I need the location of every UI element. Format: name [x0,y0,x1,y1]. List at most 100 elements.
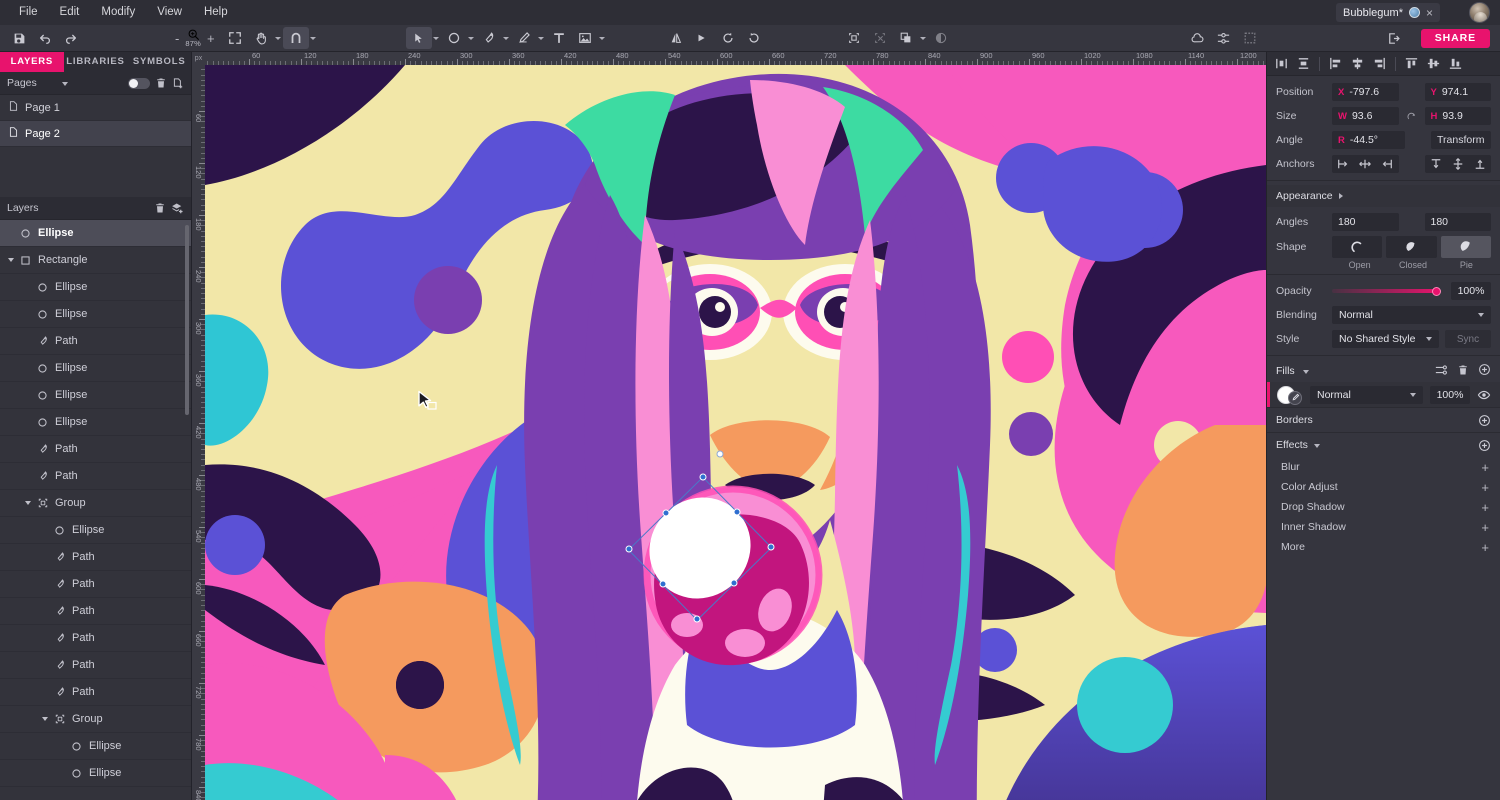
artwork-illustration[interactable] [205,65,1266,800]
menu-edit[interactable]: Edit [49,0,91,25]
align-left-icon[interactable] [1325,54,1346,74]
fill-opacity-input[interactable]: 100% [1430,385,1470,404]
layer-row-path-16[interactable]: Path [0,652,191,679]
magnet-snap-icon[interactable] [282,27,309,49]
fill-row[interactable]: Normal 100% [1267,382,1500,407]
effect-row-inner-shadow[interactable]: Inner Shadow + [1267,517,1500,537]
pen-icon[interactable] [476,27,502,49]
fill-blend-select[interactable]: Normal [1310,385,1423,404]
size-width-input[interactable]: W 93.6 [1332,107,1399,125]
document-tab-bubblegum[interactable]: Bubblegum* × [1336,3,1440,22]
layer-row-ellipse-2[interactable]: Ellipse [0,274,191,301]
effects-collapse-caret[interactable] [1314,439,1320,451]
align-bottom-icon[interactable] [1445,54,1466,74]
layer-row-path-17[interactable]: Path [0,679,191,706]
menu-help[interactable]: Help [193,0,239,25]
pen-dropdown-caret[interactable] [502,27,511,49]
disclosure-triangle[interactable] [21,501,34,505]
boolean-dropdown-caret[interactable] [919,27,928,49]
shape-option-open[interactable] [1332,236,1383,258]
anchor-top-icon[interactable] [1425,155,1447,173]
anchor-bottom-icon[interactable] [1469,155,1491,173]
layer-row-ellipse-11[interactable]: Ellipse [0,517,191,544]
group-icon[interactable] [841,27,867,49]
layers-list[interactable]: Ellipse Rectangle Ellipse Ellipse Path Ellips… [0,220,191,800]
trash-icon[interactable] [154,202,166,214]
layer-row-ellipse-7[interactable]: Ellipse [0,409,191,436]
effect-row-blur[interactable]: Blur + [1267,457,1500,477]
layer-row-ellipse-5[interactable]: Ellipse [0,355,191,382]
trash-icon[interactable] [155,77,167,89]
effect-row-drop-shadow[interactable]: Drop Shadow + [1267,497,1500,517]
distribute-horizontal-icon[interactable] [1271,54,1292,74]
share-button[interactable]: SHARE [1420,28,1490,48]
effect-row-color-adjust[interactable]: Color Adjust + [1267,477,1500,497]
shape-option-closed[interactable] [1386,236,1437,258]
handle-sw[interactable] [693,615,701,623]
menu-file[interactable]: File [8,0,49,25]
handle-ne[interactable] [699,473,707,481]
select-dropdown-caret[interactable] [432,27,441,49]
avatar[interactable] [1469,2,1490,23]
opacity-slider[interactable] [1332,282,1441,300]
effects-section-header[interactable]: Effects [1267,432,1500,457]
add-page-icon[interactable] [172,77,184,90]
rotate-ccw-icon[interactable] [715,27,741,49]
ellipse-icon[interactable] [441,27,467,49]
shape-option-pie[interactable] [1440,236,1491,258]
layer-row-path-13[interactable]: Path [0,571,191,598]
position-y-input[interactable]: Y 974.1 [1424,83,1491,101]
flip-vertical-icon[interactable] [689,27,715,49]
chevron-right-icon[interactable] [1339,190,1343,202]
zoom-out-button[interactable]: - [172,31,182,46]
eyedropper-icon[interactable] [1288,390,1302,405]
handle-e[interactable] [733,508,741,516]
layer-row-ellipse-19[interactable]: Ellipse [0,733,191,760]
image-icon[interactable] [572,27,598,49]
layer-row-group-10[interactable]: Group [0,490,191,517]
style-select[interactable]: No Shared Style [1332,330,1439,348]
borders-section-header[interactable]: Borders [1267,407,1500,432]
layer-row-path-15[interactable]: Path [0,625,191,652]
disclosure-triangle[interactable] [38,717,51,721]
fills-collapse-caret[interactable] [1303,365,1309,377]
layer-row-ellipse-0[interactable]: Ellipse [0,220,191,247]
size-height-input[interactable]: H 93.9 [1424,107,1491,125]
hand-icon[interactable] [248,27,274,49]
rotation-handle[interactable] [716,450,724,458]
add-effect-icon[interactable] [1478,439,1491,452]
layer-row-path-4[interactable]: Path [0,328,191,355]
ellipse-dropdown-caret[interactable] [467,27,476,49]
handle-w[interactable] [659,580,667,588]
blending-select[interactable]: Normal [1332,306,1491,324]
position-x-input[interactable]: X -797.6 [1332,83,1399,101]
fill-settings-icon[interactable] [1434,364,1448,379]
layers-scrollbar[interactable] [185,225,189,415]
export-icon[interactable] [1381,27,1407,49]
opacity-knob[interactable] [1432,286,1441,296]
align-right-icon[interactable] [1369,54,1390,74]
angle-end-input[interactable]: 180 [1424,213,1491,231]
fit-screen-icon[interactable] [222,27,248,49]
tab-symbols[interactable]: SYMBOLS [127,52,191,72]
opacity-value-input[interactable]: 100% [1451,282,1491,300]
appearance-section-header[interactable]: Appearance [1267,185,1500,207]
align-middle-vertical-icon[interactable] [1423,54,1444,74]
undo-icon[interactable] [32,27,58,49]
align-center-horizontal-icon[interactable] [1347,54,1368,74]
flow-icon[interactable] [1211,27,1237,49]
add-layer-icon[interactable] [171,202,184,215]
page-row-1[interactable]: Page 1 [0,95,191,121]
pencil-dropdown-caret[interactable] [537,27,546,49]
pages-visibility-toggle[interactable] [128,77,150,89]
anchor-left-icon[interactable] [1332,155,1354,173]
text-icon[interactable] [546,27,572,49]
rotate-cw-icon[interactable] [741,27,767,49]
flip-horizontal-icon[interactable] [663,27,689,49]
handle-se[interactable] [767,543,775,550]
artboard[interactable] [205,65,1266,800]
pages-collapse-caret[interactable] [62,77,68,89]
save-icon[interactable] [6,27,32,49]
angle-start-input[interactable]: 180 [1332,213,1399,231]
canvas-area[interactable]: px 60 120 180 240 300 360 420 480 540 600 660 720 78… [192,52,1266,800]
